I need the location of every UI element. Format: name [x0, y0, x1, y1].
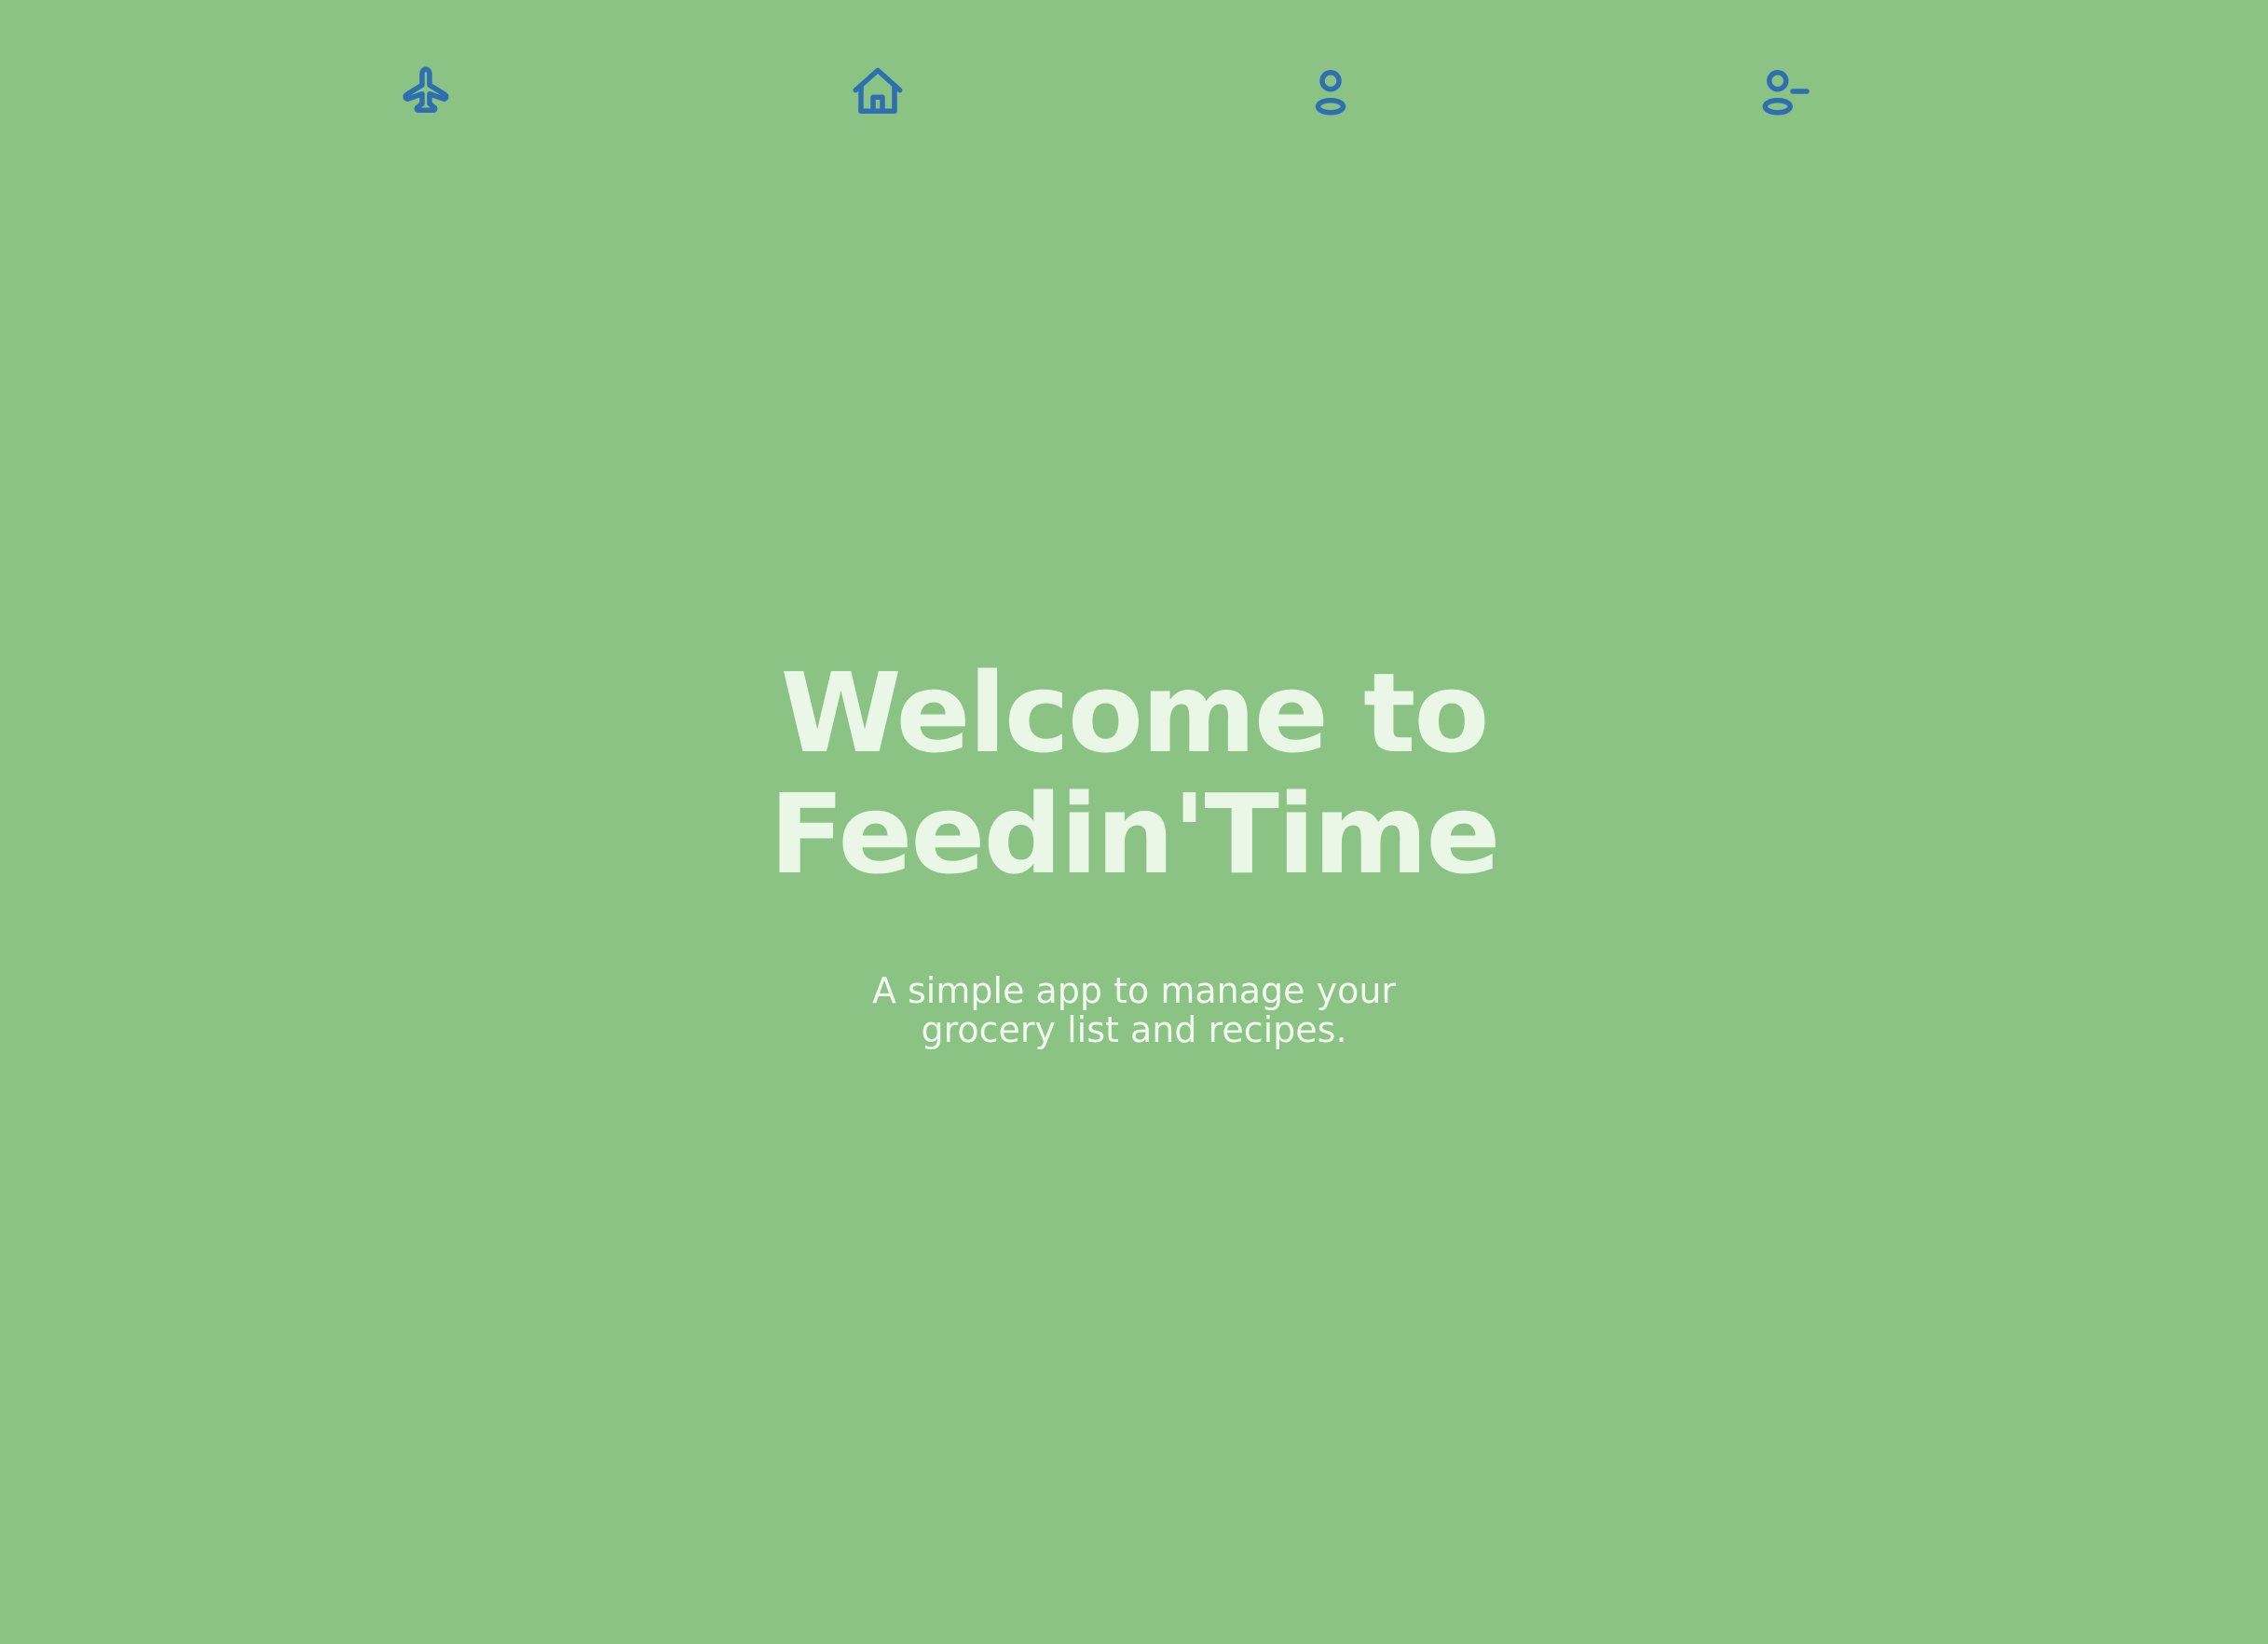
nav-logout-button[interactable]	[1746, 54, 1821, 129]
app-description: A simple app to manage your grocery list…	[836, 971, 1432, 1049]
nav-profile-button[interactable]	[1293, 54, 1368, 129]
airplane-icon	[403, 66, 449, 113]
home-icon	[853, 67, 903, 114]
app-description-line2: grocery list and recipes.	[921, 1009, 1347, 1050]
welcome-title: Welcome to Feedin'Time	[715, 652, 1553, 895]
welcome-title-line2: Feedin'Time	[769, 770, 1501, 898]
top-navigation	[0, 0, 2268, 177]
app-description-line1: A simple app to manage your	[871, 970, 1397, 1011]
nav-flights-button[interactable]	[389, 54, 463, 129]
hero-section: Welcome to Feedin'Time A simple app to m…	[0, 652, 2268, 1049]
user-icon	[1315, 70, 1346, 116]
welcome-title-line1: Welcome to	[780, 649, 1490, 777]
nav-home-button[interactable]	[840, 54, 915, 129]
user-minus-icon	[1762, 70, 1810, 116]
